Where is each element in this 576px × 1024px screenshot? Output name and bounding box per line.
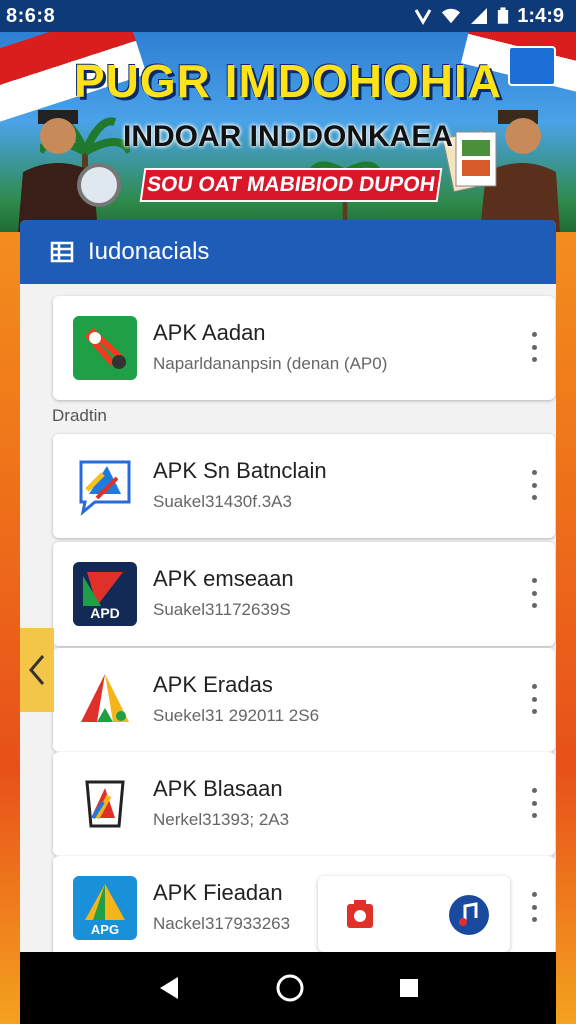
- app-list-item[interactable]: APK Eradas Suekel31 292011 2S6: [53, 648, 555, 752]
- svg-text:APD: APD: [90, 605, 120, 621]
- app-name: APK Sn Batnclain: [153, 458, 327, 483]
- wifi-icon: [442, 8, 461, 24]
- app-list-item[interactable]: APK Blasaan Nerkel31393; 2A3: [53, 752, 555, 856]
- panel-title: Iudonacials: [88, 238, 210, 265]
- more-options-icon[interactable]: [529, 684, 539, 714]
- list-icon[interactable]: [50, 240, 74, 264]
- app-list-panel: Iudonacials Dradtin APK Aadan Naparldana…: [20, 220, 556, 960]
- apd-play-app-icon: APD: [73, 562, 137, 626]
- status-bar: 8:6:8 1:4:9: [0, 0, 576, 32]
- app-name: APK Eradas: [153, 672, 273, 697]
- magnifier-illustration: [77, 163, 121, 207]
- back-icon[interactable]: [156, 975, 182, 1001]
- app-subtitle: Suakel31172639S: [153, 600, 291, 619]
- music-icon[interactable]: [448, 894, 490, 936]
- svg-text:APG: APG: [91, 922, 119, 937]
- signal-icon: [471, 8, 488, 24]
- app-list-item[interactable]: APK Aadan Naparldananpsin (denan (AP0): [53, 296, 555, 400]
- app-list-item[interactable]: APD APK emseaan Suakel31172639S: [53, 542, 555, 646]
- banner-subtitle: INDOAR INDDONKAEA: [123, 120, 453, 153]
- status-icons: 1:4:9: [413, 5, 564, 28]
- blue-chat-app-icon: [79, 460, 131, 516]
- status-clock: 1:4:9: [517, 4, 564, 27]
- navigation-bar: [20, 952, 556, 1024]
- bag-app-icon: [85, 780, 125, 828]
- more-options-icon[interactable]: [529, 788, 539, 818]
- app-subtitle: Suakel31430f.3A3: [153, 492, 292, 511]
- more-options-icon[interactable]: [529, 470, 539, 500]
- section-label: Dradtin: [52, 406, 107, 425]
- floating-shortcut-card: [318, 876, 510, 952]
- app-subtitle: Nerkel31393; 2A3: [153, 810, 290, 829]
- app-name: APK Blasaan: [153, 776, 283, 801]
- status-time: 8:6:8: [6, 4, 56, 27]
- recents-icon[interactable]: [398, 977, 420, 999]
- app-subtitle: Suekel31 292011 2S6: [153, 706, 320, 725]
- more-options-icon[interactable]: [529, 332, 539, 362]
- panel-header: Iudonacials: [20, 220, 556, 284]
- banner-title: PUGR IMDOHOHIA: [74, 55, 502, 107]
- chevron-left-icon: [29, 655, 45, 685]
- green-arrow-app-icon: [73, 316, 137, 380]
- more-options-icon[interactable]: [529, 892, 539, 922]
- battery-icon: [498, 7, 509, 24]
- apg-play-app-icon: APG: [73, 876, 137, 940]
- app-list-item[interactable]: APK Sn Batnclain Suakel31430f.3A3: [53, 434, 555, 538]
- app-subtitle: Nackel317933263: [153, 914, 291, 933]
- app-name: APK Fieadan: [153, 880, 283, 905]
- app-name: APK Aadan: [153, 320, 266, 345]
- data-saver-icon: [415, 9, 432, 25]
- home-icon[interactable]: [275, 973, 305, 1003]
- triangle-app-icon: [81, 674, 129, 722]
- banner-tagline: SOU OAT MABIBIOD DUPOH: [139, 168, 443, 202]
- bag-shortcut-icon[interactable]: [344, 898, 376, 930]
- app-name: APK emseaan: [153, 566, 294, 591]
- promo-banner[interactable]: PUGR IMDOHOHIA INDOAR INDDONKAEA SOU OAT…: [0, 32, 576, 232]
- app-subtitle: Naparldananpsin (denan (AP0): [153, 354, 388, 373]
- side-back-button[interactable]: [20, 628, 54, 712]
- more-options-icon[interactable]: [529, 578, 539, 608]
